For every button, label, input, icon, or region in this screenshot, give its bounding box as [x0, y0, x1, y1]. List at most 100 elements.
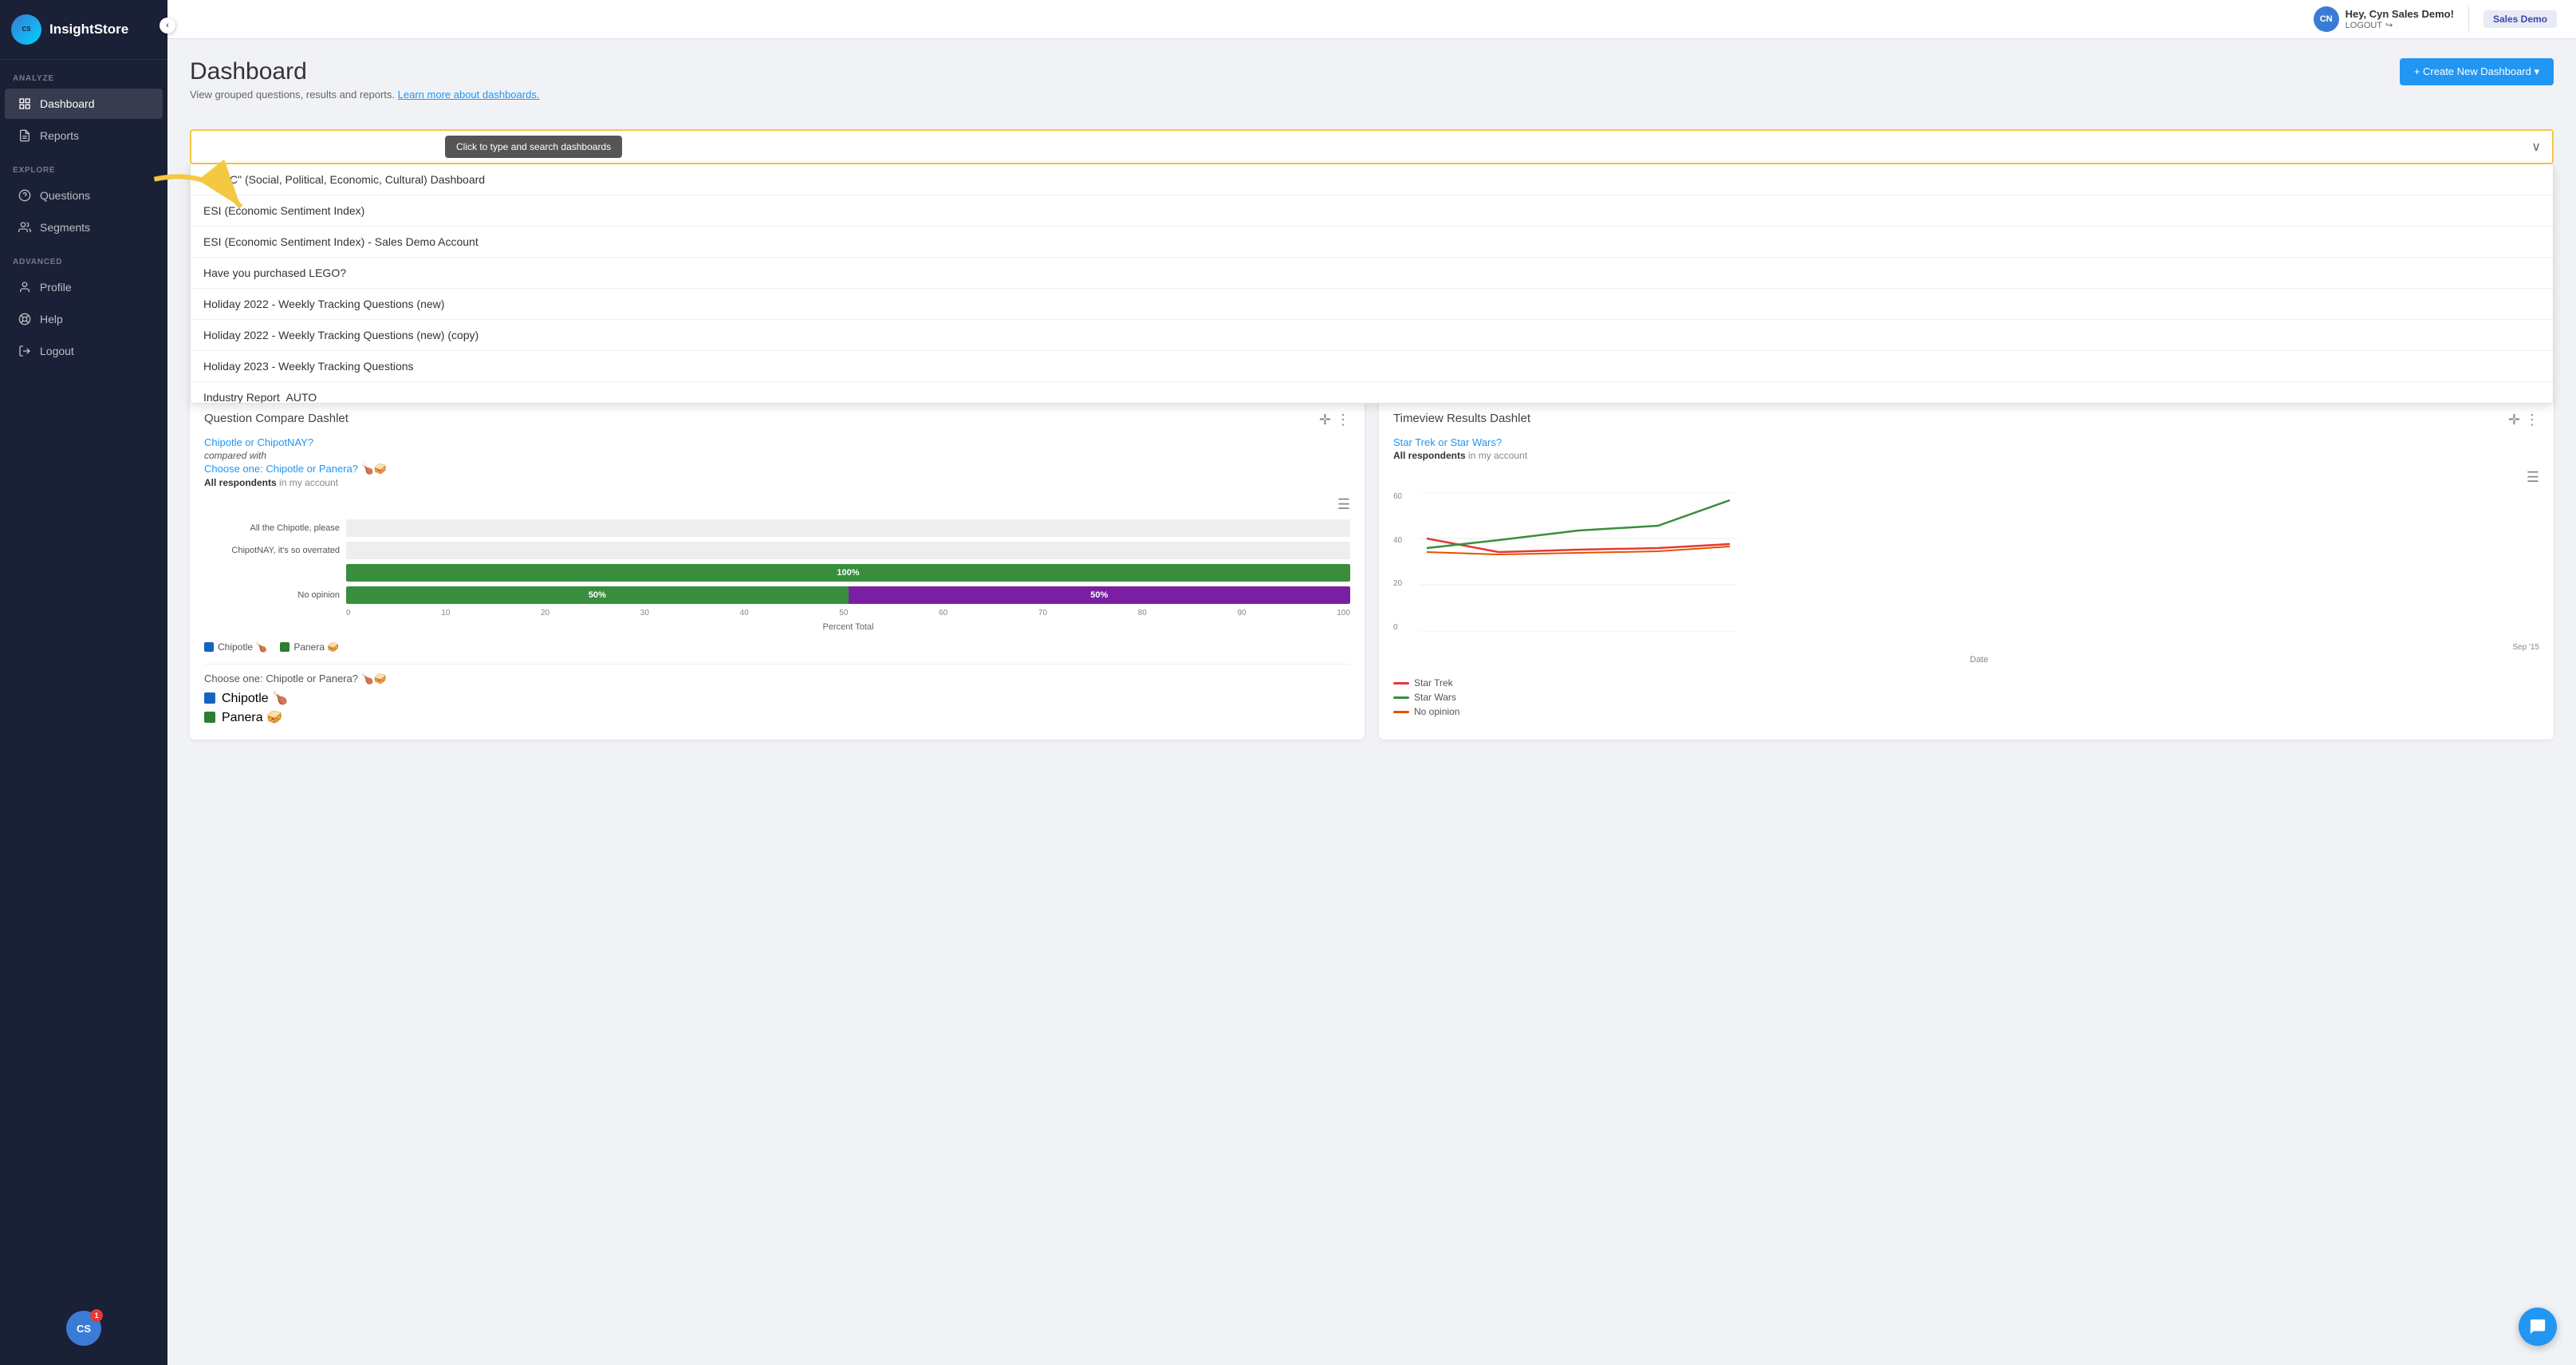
dashlet-header-tv: Timeview Results Dashlet ✛ ⋮ [1393, 412, 2539, 428]
label-no-opinion: No opinion [1414, 706, 1459, 717]
move-icon[interactable]: ✛ [1319, 412, 1331, 428]
question-link-qc[interactable]: Chipotle or ChipotNAY? [204, 436, 1350, 448]
more-icon[interactable]: ⋮ [1336, 412, 1350, 428]
sidebar-item-help-label: Help [40, 313, 63, 325]
sidebar-collapse-button[interactable]: ‹ [160, 18, 175, 34]
sidebar-item-profile[interactable]: Profile [5, 272, 163, 302]
sidebar-item-logout[interactable]: Logout [5, 336, 163, 366]
dashlet-actions-tv: ✛ ⋮ [2508, 412, 2539, 428]
compare-text-qc: compared with [204, 450, 1350, 461]
legend-item-panera: Panera 🥪 [280, 641, 339, 653]
dash-star-wars [1393, 696, 1409, 699]
sidebar-item-segments[interactable]: Segments [5, 212, 163, 243]
chat-button[interactable] [2519, 1308, 2557, 1346]
learn-more-link[interactable]: Learn more about dashboards. [398, 89, 540, 101]
legend-chipotle-row: Chipotle 🍗 [204, 690, 1350, 706]
dropdown-item-4[interactable]: Holiday 2022 - Weekly Tracking Questions… [191, 289, 2553, 320]
dropdown-item-3[interactable]: Have you purchased LEGO? [191, 258, 2553, 289]
sidebar: CS InsightStore ‹ ANALYZE Dashboard Repo… [0, 0, 167, 1365]
legend-star-trek: Star Trek [1393, 677, 2539, 688]
question-link-tv[interactable]: Star Trek or Star Wars? [1393, 436, 2539, 448]
sidebar-item-segments-label: Segments [40, 221, 90, 234]
label-star-wars: Star Wars [1414, 692, 1456, 703]
logo-text: InsightStore [49, 22, 128, 37]
dashlets-grid: Question Compare Dashlet ✛ ⋮ Chipotle or… [190, 397, 2554, 740]
dash-no-opinion [1393, 711, 1409, 713]
dropdown-item-2[interactable]: ESI (Economic Sentiment Index) - Sales D… [191, 227, 2553, 258]
dropdown-item-7[interactable]: Industry Report_AUTO [191, 382, 2553, 404]
search-row: ∨ Click to type and search dashboards "S… [190, 129, 2554, 164]
legend-item-chipotle: Chipotle 🍗 [204, 641, 267, 653]
file-text-icon [18, 128, 32, 143]
search-input[interactable] [203, 140, 2531, 154]
create-dashboard-button[interactable]: + Create New Dashboard ▾ [2400, 58, 2554, 85]
line-chart-legend: Star Trek Star Wars No opinion [1393, 677, 2539, 717]
label-chipotle-sub: Chipotle 🍗 [222, 690, 288, 706]
search-input-wrapper: ∨ [190, 129, 2554, 164]
dropdown-item-1[interactable]: ESI (Economic Sentiment Index) [191, 195, 2553, 227]
question-compare-dashlet: Question Compare Dashlet ✛ ⋮ Chipotle or… [190, 397, 1365, 740]
sidebar-section-advanced: ADVANCED [0, 243, 167, 271]
y-label-0: 0 [1393, 623, 1416, 632]
y-label-40: 40 [1393, 536, 1416, 545]
search-container: ∨ Click to type and search dashboards "S… [190, 129, 2554, 164]
legend-label-chipotle: Chipotle 🍗 [218, 641, 267, 653]
top-header: CN Hey, Cyn Sales Demo! LOGOUT ↪ Sales D… [167, 0, 2576, 39]
x-date-label: Sep '15 [2512, 643, 2539, 652]
legend-star-wars: Star Wars [1393, 692, 2539, 703]
bar-track-3: 50% 50% [346, 586, 1350, 604]
dropdown-item-6[interactable]: Holiday 2023 - Weekly Tracking Questions [191, 351, 2553, 382]
sidebar-section-explore: EXPLORE [0, 152, 167, 180]
label-panera-sub: Panera 🥪 [222, 709, 282, 725]
user-info: CN Hey, Cyn Sales Demo! LOGOUT ↪ [2314, 6, 2454, 32]
sidebar-logo: CS InsightStore ‹ [0, 0, 167, 60]
sidebar-item-reports-label: Reports [40, 129, 79, 142]
sidebar-item-questions[interactable]: Questions [5, 180, 163, 211]
sub-question-label: Choose one: Chipotle or Panera? 🍗🥪 [204, 673, 1350, 685]
move-icon-tv[interactable]: ✛ [2508, 412, 2520, 428]
user-icon [18, 280, 32, 294]
sidebar-item-reports[interactable]: Reports [5, 120, 163, 151]
dashlet-title-qc: Question Compare Dashlet [204, 412, 349, 425]
label-star-trek: Star Trek [1414, 677, 1453, 688]
sidebar-section-analyze: ANALYZE [0, 60, 167, 88]
line-chart-svg [1419, 492, 1738, 632]
dash-star-trek [1393, 682, 1409, 684]
chart-legend-qc: Chipotle 🍗 Panera 🥪 [204, 641, 1350, 653]
menu-icon-tv[interactable]: ☰ [2527, 469, 2539, 486]
sidebar-item-dashboard-label: Dashboard [40, 97, 95, 110]
dropdown-item-0[interactable]: "SPEC" (Social, Political, Economic, Cul… [191, 164, 2553, 195]
more-icon-tv[interactable]: ⋮ [2525, 412, 2539, 428]
bar-label-3: No opinion [204, 590, 340, 600]
bar-label-0: All the Chipotle, please [204, 523, 340, 533]
menu-icon-qc[interactable]: ☰ [1337, 496, 1350, 513]
dashlet-actions-qc: ✛ ⋮ [1319, 412, 1350, 428]
dropdown-item-5[interactable]: Holiday 2022 - Weekly Tracking Questions… [191, 320, 2553, 351]
logout-link[interactable]: LOGOUT ↪ [2346, 20, 2454, 30]
logout-icon: ↪ [2385, 20, 2393, 30]
x-axis-label: Date [1970, 655, 1988, 665]
legend-no-opinion: No opinion [1393, 706, 2539, 717]
sidebar-item-help[interactable]: Help [5, 304, 163, 334]
legend-dot-chipotle [204, 642, 214, 652]
page-title: Dashboard [190, 58, 539, 85]
life-buoy-icon [18, 312, 32, 326]
axis-label-qc: Percent Total [204, 622, 1350, 632]
compare-link-qc[interactable]: Choose one: Chipotle or Panera? 🍗🥪 [204, 463, 1350, 475]
sidebar-item-logout-label: Logout [40, 345, 74, 357]
bar-track-2: 100% [346, 564, 1350, 582]
dashboard-dropdown: "SPEC" (Social, Political, Economic, Cul… [190, 164, 2554, 404]
user-greeting: Hey, Cyn Sales Demo! [2346, 8, 2454, 20]
bar-label-1: ChipotNAY, it's so overrated [204, 546, 340, 555]
legend-label-panera: Panera 🥪 [293, 641, 339, 653]
dashlet-subtitle-qc: All respondents in my account [204, 477, 1350, 488]
content-top-row: Dashboard View grouped questions, result… [190, 58, 2554, 116]
dashlet-header-qc: Question Compare Dashlet ✛ ⋮ [204, 412, 1350, 428]
content-area: Dashboard View grouped questions, result… [167, 39, 2576, 759]
avatar[interactable]: CS 1 [66, 1311, 101, 1346]
legend-dot-panera [280, 642, 290, 652]
legend-panera-row: Panera 🥪 [204, 709, 1350, 725]
bar-track-1 [346, 542, 1350, 559]
dashlet-title-tv: Timeview Results Dashlet [1393, 412, 1530, 425]
sidebar-item-dashboard[interactable]: Dashboard [5, 89, 163, 119]
